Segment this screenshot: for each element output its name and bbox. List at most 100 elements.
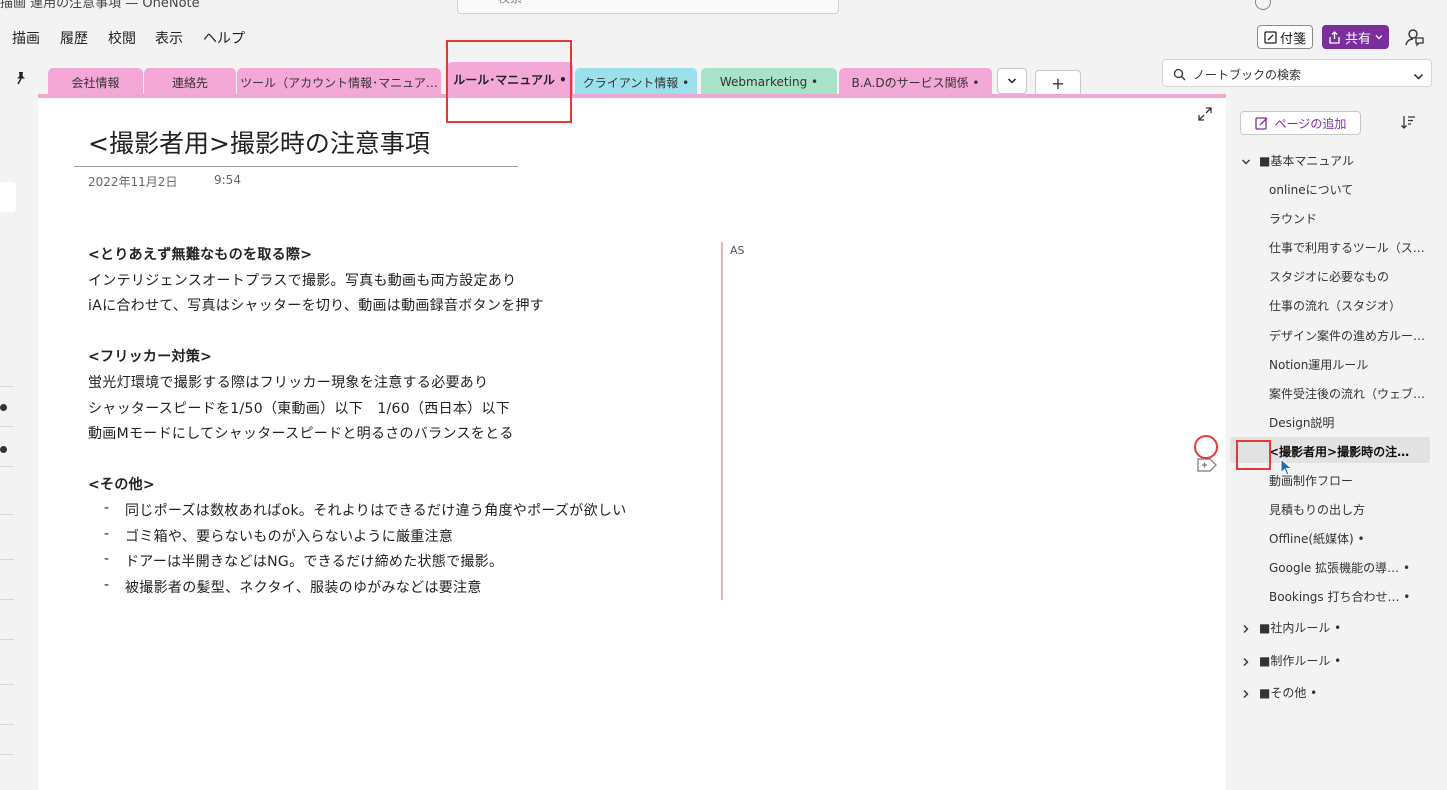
left-gutter xyxy=(0,54,38,790)
bullet-marker: - xyxy=(104,576,110,593)
tab-client-info[interactable]: クライアント情報 • xyxy=(575,68,697,96)
bullet-item[interactable]: ドアーは半開きなどはNG。できるだけ締めた状態で撮影。 xyxy=(125,551,503,571)
bullet-item[interactable]: 同じポーズは数枚あればok。それよりはできるだけ違う角度やポーズが欲しい xyxy=(125,500,627,520)
body-text-line[interactable]: インテリジェンスオートプラスで撮影。写真も動画も両方設定あり xyxy=(88,270,516,290)
notebook-search-placeholder: ノートブックの検索 xyxy=(1193,68,1302,82)
section-internal-rules[interactable]: ■社内ルール • xyxy=(1259,619,1341,636)
gutter-divider xyxy=(0,426,14,427)
add-section-button[interactable]: + xyxy=(1035,70,1081,96)
share-button[interactable]: 共有 xyxy=(1322,25,1389,49)
feedback-icon xyxy=(1405,29,1424,47)
sort-icon[interactable] xyxy=(1400,114,1416,134)
page-list-item[interactable]: Design説明 xyxy=(1269,414,1334,431)
menu-view[interactable]: 表示 xyxy=(155,28,183,48)
body-text-line[interactable]: 動画Mモードにしてシャッタースピードと明るさのバランスをとる xyxy=(88,423,514,443)
gutter-divider xyxy=(0,514,14,515)
annotation-highlight-tab xyxy=(446,40,572,123)
page-list-item[interactable]: Google 拡張機能の導… • xyxy=(1269,559,1410,576)
page-list-item[interactable]: Offline(紙媒体) • xyxy=(1269,530,1365,547)
tab-bad-services[interactable]: B.A.Dのサービス関係 • xyxy=(839,68,992,96)
add-page-icon xyxy=(1254,117,1268,130)
page-canvas[interactable] xyxy=(38,98,1226,790)
note-icon[interactable] xyxy=(1196,456,1218,478)
chevron-down-icon xyxy=(1375,35,1383,40)
page-date: 2022年11月2日 xyxy=(88,175,178,189)
tab-tools[interactable]: ツール（アカウント情報･マニュア… xyxy=(237,68,441,96)
page-list-item[interactable]: Bookings 打ち合わせ… • xyxy=(1269,588,1410,605)
page-time: 9:54 xyxy=(214,173,241,187)
gutter-divider xyxy=(0,684,14,685)
section-other[interactable]: ■その他 • xyxy=(1259,684,1317,701)
section-tabs: 会社情報 連絡先 ツール（アカウント情報･マニュア… ルール･マニュアル • ク… xyxy=(38,54,1226,96)
chevron-down-icon[interactable] xyxy=(1241,152,1251,171)
page-title[interactable]: <撮影者用>撮影時の注意事項 xyxy=(88,124,430,160)
bullet-marker: - xyxy=(104,525,110,542)
share-label: 共有 xyxy=(1344,31,1371,47)
sticky-notes-button[interactable]: 付箋 xyxy=(1257,25,1313,49)
page-list-item[interactable]: 仕事の流れ（スタジオ） xyxy=(1269,297,1401,314)
section-production-rules[interactable]: ■制作ルール • xyxy=(1259,652,1341,669)
more-tabs-button[interactable] xyxy=(997,68,1027,94)
gutter-divider xyxy=(0,559,14,560)
sticky-note-icon xyxy=(1264,30,1277,44)
page-list-item[interactable]: 仕事で利用するツール（ス… xyxy=(1269,239,1425,256)
menu-help[interactable]: ヘルプ xyxy=(203,28,245,48)
section-heading[interactable]: <その他> xyxy=(88,474,155,494)
chevron-right-icon[interactable] xyxy=(1241,684,1251,703)
tab-webmarketing[interactable]: Webmarketing • xyxy=(701,68,837,96)
cursor-icon xyxy=(1280,457,1294,480)
page-list-item[interactable]: 見積もりの出し方 xyxy=(1269,501,1365,518)
notebook-search-box[interactable]: ノートブックの検索 xyxy=(1162,59,1432,87)
account-icon[interactable] xyxy=(1255,0,1271,10)
chevron-right-icon[interactable] xyxy=(1241,652,1251,671)
add-page-button[interactable]: ページの追加 xyxy=(1240,111,1361,135)
top-search-text: 検索 xyxy=(498,0,522,6)
section-basic-manual[interactable]: ■基本マニュアル xyxy=(1259,152,1354,169)
section-heading[interactable]: <フリッカー対策> xyxy=(88,346,212,366)
gutter-divider xyxy=(0,466,14,467)
menu-history[interactable]: 履歴 xyxy=(60,28,88,48)
page-list-item[interactable]: onlineについて xyxy=(1269,181,1353,198)
chevron-down-icon xyxy=(1007,78,1017,84)
title-strip: 描画 運用の注意事項 — OneNote 検索 xyxy=(0,0,1447,18)
add-page-label: ページの追加 xyxy=(1274,116,1347,131)
section-heading[interactable]: <とりあえず無難なものを取る際> xyxy=(88,244,312,264)
annotation-highlight-page xyxy=(1236,440,1271,470)
expand-icon[interactable] xyxy=(1198,106,1212,125)
gutter-divider xyxy=(0,599,14,600)
chevron-right-icon[interactable] xyxy=(1241,619,1251,638)
bullet-item[interactable]: ゴミ箱や、要らないものが入らないように厳重注意 xyxy=(125,526,453,546)
share-icon xyxy=(1329,30,1340,44)
page-list-item[interactable]: ラウンド xyxy=(1269,210,1317,227)
author-initials: AS xyxy=(730,244,745,257)
feedback-button[interactable] xyxy=(1403,25,1425,49)
annotation-circle xyxy=(1194,435,1218,459)
tab-contacts[interactable]: 連絡先 xyxy=(144,68,236,96)
sticky-notes-label: 付箋 xyxy=(1279,31,1306,47)
body-text-line[interactable]: iAに合わせて、写真はシャッターを切り、動画は動画録音ボタンを押す xyxy=(88,295,544,315)
gutter-divider xyxy=(0,724,14,725)
tab-company-info[interactable]: 会社情報 xyxy=(48,68,143,96)
menu-draw[interactable]: 描画 xyxy=(12,28,40,48)
gutter-panel-tab[interactable] xyxy=(0,182,16,212)
gutter-dot xyxy=(0,404,7,411)
bullet-item[interactable]: 被撮影者の髪型、ネクタイ、服装のゆがみなどは要注意 xyxy=(125,577,482,597)
page-list-item[interactable]: Notion運用ルール xyxy=(1269,356,1368,373)
menu-review[interactable]: 校閲 xyxy=(108,28,136,48)
gutter-dot xyxy=(0,446,7,453)
title-underline xyxy=(74,166,518,167)
pin-icon[interactable] xyxy=(14,70,28,89)
page-list-item[interactable]: デザイン案件の進め方ルー… xyxy=(1269,327,1425,344)
body-text-line[interactable]: シャッタースピードを1/50（東動画）以下 1/60（西日本）以下 xyxy=(88,398,510,418)
bullet-marker: - xyxy=(104,500,110,516)
chevron-down-icon[interactable] xyxy=(1413,67,1424,86)
top-search-box[interactable]: 検索 xyxy=(457,0,839,14)
page-list-item[interactable]: 案件受注後の流れ（ウェブ… xyxy=(1269,385,1425,402)
body-text-line[interactable]: 蛍光灯環境で撮影する際はフリッカー現象を注意する必要あり xyxy=(88,372,488,392)
gutter-divider xyxy=(0,386,14,387)
gutter-divider xyxy=(0,754,14,755)
bullet-marker: - xyxy=(104,551,110,567)
page-list-item[interactable]: スタジオに必要なもの xyxy=(1269,268,1389,285)
search-icon xyxy=(1173,66,1186,85)
menu-bar: 描画 履歴 校閲 表示 ヘルプ 付箋 共有 xyxy=(0,18,1447,54)
